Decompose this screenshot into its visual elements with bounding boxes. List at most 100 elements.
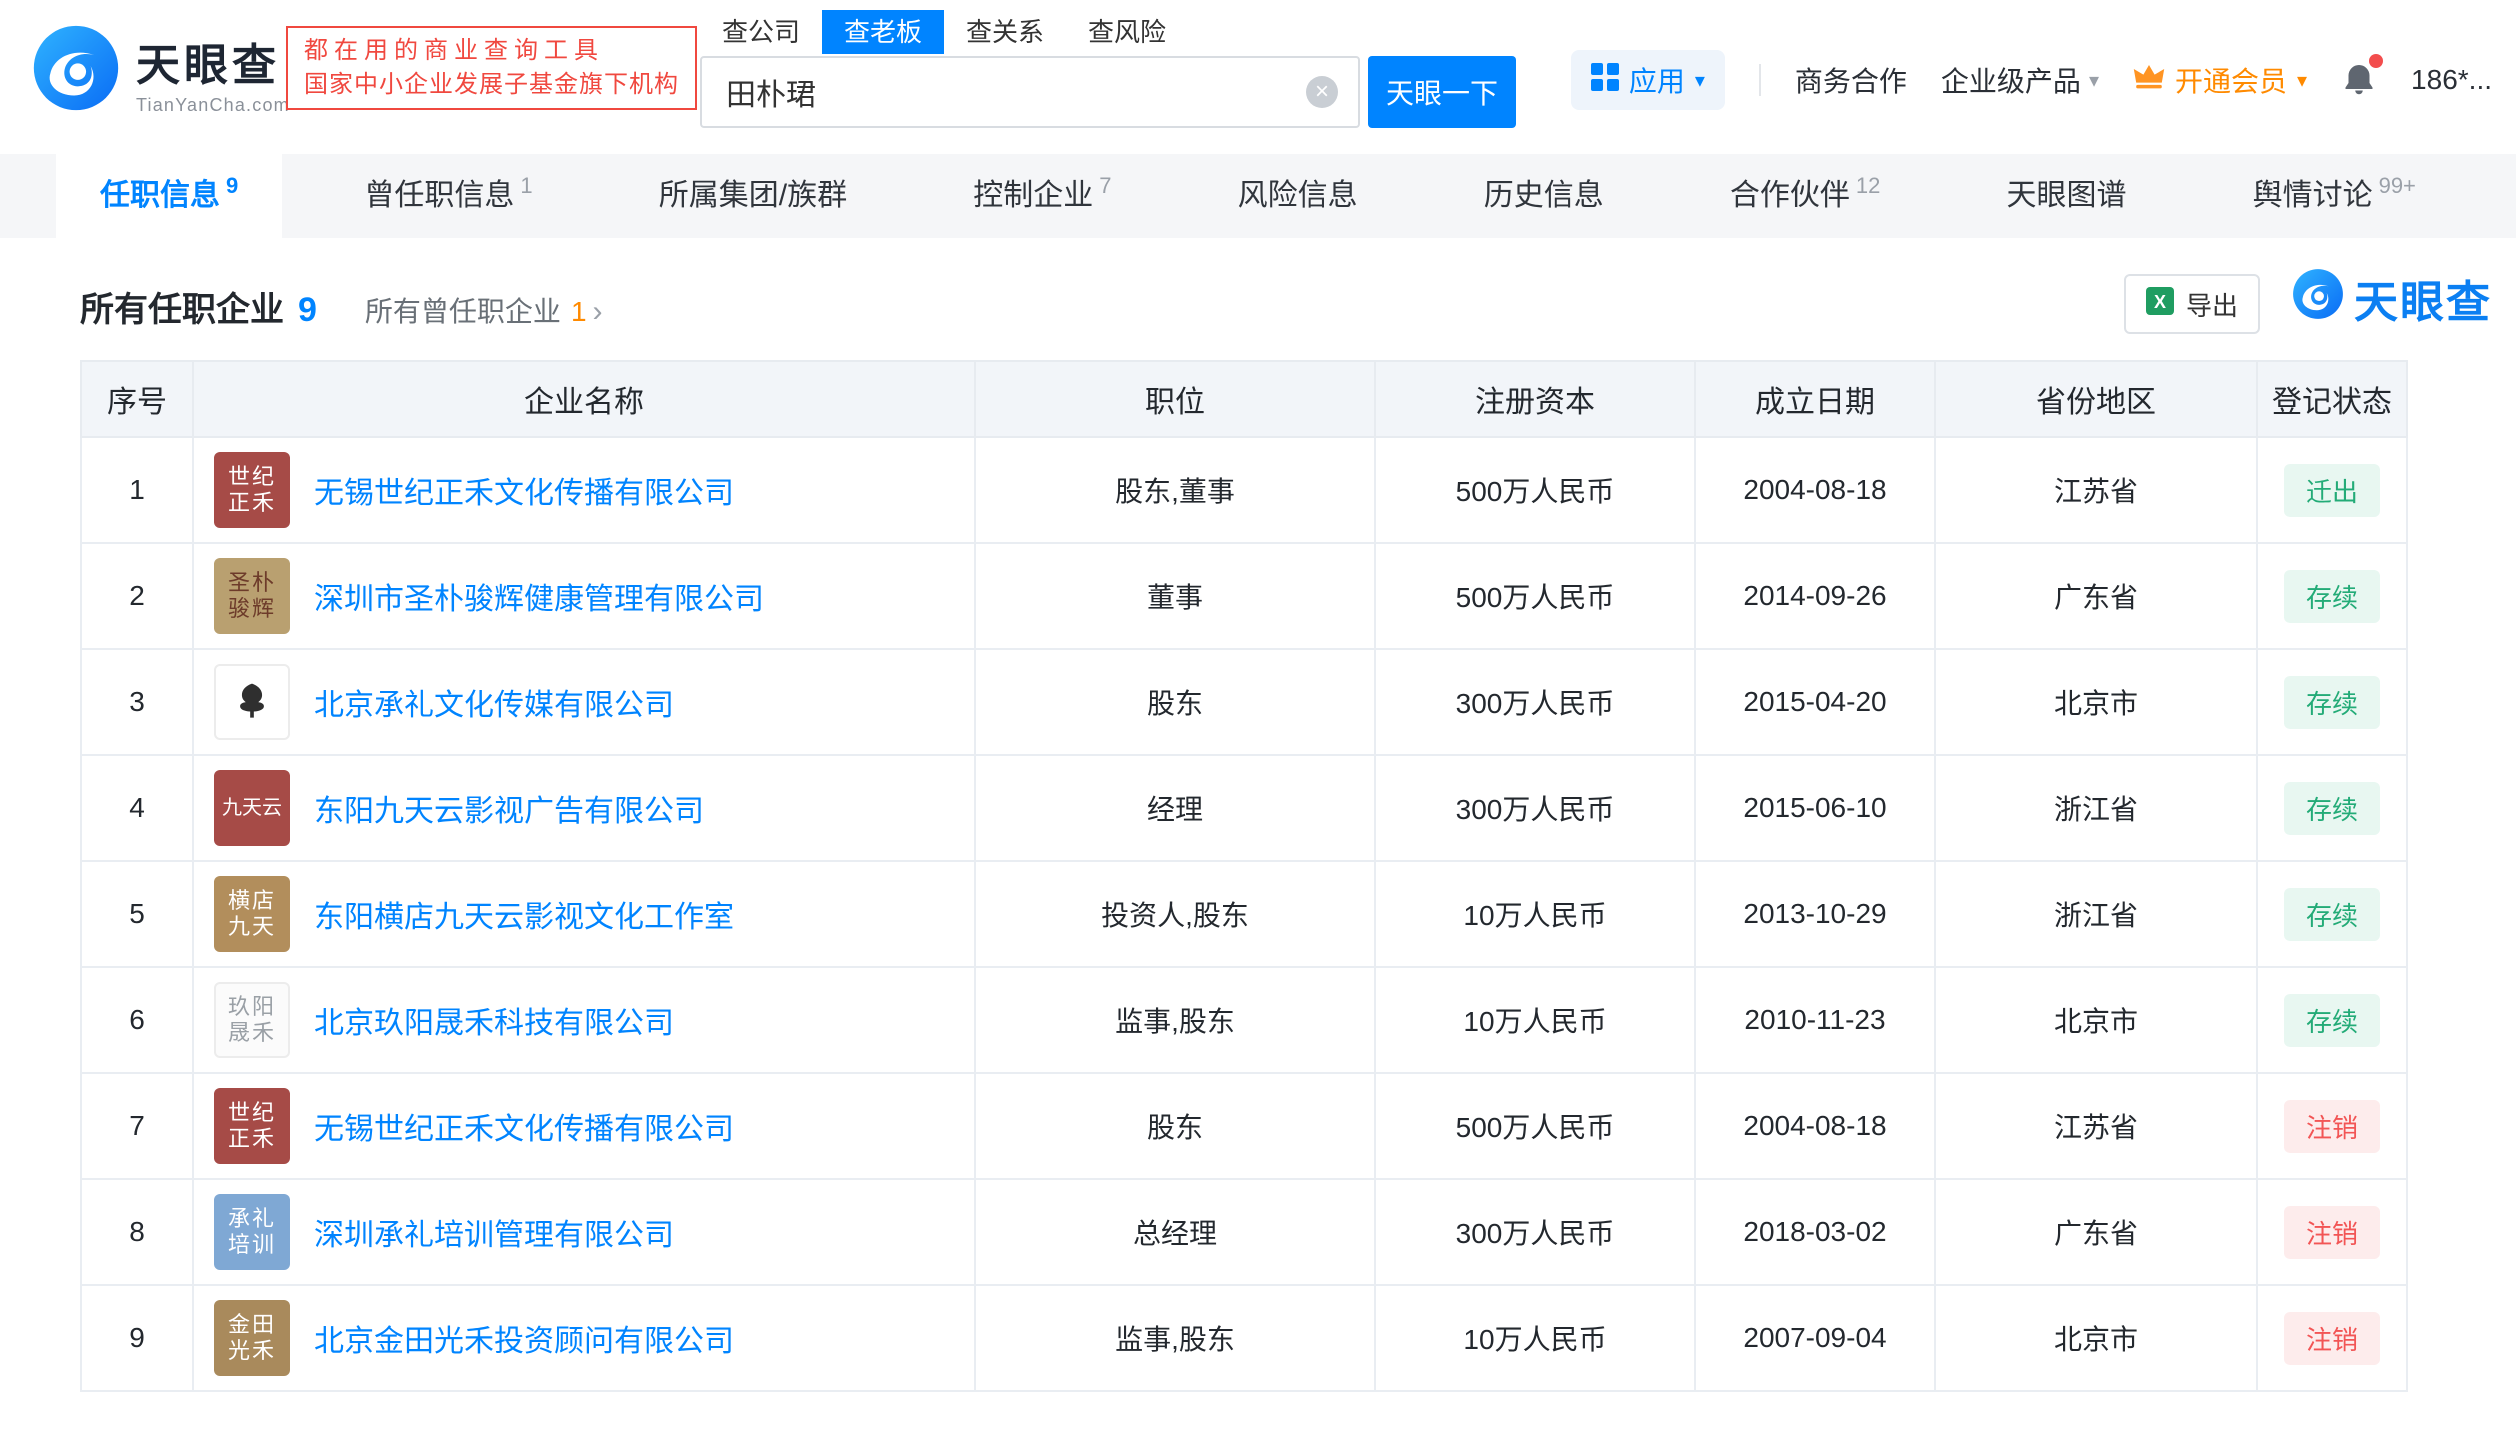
position-cell: 股东,董事 <box>974 436 1376 544</box>
search-input[interactable] <box>702 75 1306 109</box>
registered-capital-cell: 10万人民币 <box>1374 860 1696 968</box>
company-link[interactable]: 东阳九天云影视广告有限公司 <box>314 786 704 830</box>
nav-tab-曾任职信息[interactable]: 曾任职信息 1 <box>320 154 576 238</box>
table-row: 7 世纪 正禾 无锡世纪正禾文化传播有限公司 股东 500万人民币 2004-08-18 江苏… <box>80 1072 2408 1180</box>
company-link[interactable]: 北京金田光禾投资顾问有限公司 <box>314 1316 734 1360</box>
caret-down-icon: ▾ <box>2088 69 2099 92</box>
table-row: 3 北京承礼文化传媒有限公司 股东 300万人民币 2015-04-20 北京市 存续 <box>80 648 2408 756</box>
apps-grid-icon <box>1590 62 1619 98</box>
company-logo-text: 正禾 <box>227 1126 276 1151</box>
excel-icon: X <box>2145 286 2174 322</box>
company-logo[interactable]: 世纪 正禾 <box>214 1088 290 1164</box>
status-badge: 迁出 <box>2283 463 2380 517</box>
status-cell: 注销 <box>2256 1284 2408 1392</box>
company-logo-text: 晟禾 <box>227 1020 276 1045</box>
apps-menu[interactable]: 应用 ▾ <box>1570 50 1725 110</box>
company-logo[interactable]: 金田 光禾 <box>214 1300 290 1376</box>
page: 天眼查 TianYanCha.com 都在用的商业查询工具 国家中小企业发展子基… <box>0 0 2516 1444</box>
company-link[interactable]: 深圳市圣朴骏辉健康管理有限公司 <box>314 574 764 618</box>
company-cell: 九天云 东阳九天云影视广告有限公司 <box>192 754 976 862</box>
search-tab-查公司[interactable]: 查公司 <box>700 10 822 54</box>
company-link[interactable]: 北京承礼文化传媒有限公司 <box>314 680 674 724</box>
position-cell: 总经理 <box>974 1178 1376 1286</box>
company-link[interactable]: 北京玖阳晟禾科技有限公司 <box>314 998 674 1042</box>
company-wrap: 玖阳 晟禾 北京玖阳晟禾科技有限公司 <box>214 982 950 1058</box>
enterprise-products-menu[interactable]: 企业级产品 ▾ <box>1941 60 2099 100</box>
search-tab-查关系[interactable]: 查关系 <box>944 10 1066 54</box>
former-positions-link[interactable]: 所有曾任职企业 1 › <box>365 290 603 330</box>
company-cell: 横店 九天 东阳横店九天云影视文化工作室 <box>192 860 976 968</box>
positions-table: 序号 企业名称 职位 注册资本 成立日期 省份地区 登记状态 1 世纪 正禾 无锡世纪正禾文化传播… <box>80 360 2408 1392</box>
nav-tab-天眼图谱[interactable]: 天眼图谱 <box>1962 154 2170 238</box>
status-badge: 存续 <box>2283 569 2380 623</box>
export-button[interactable]: X 导出 <box>2124 274 2260 334</box>
company-logo-text: 金田 <box>227 1312 276 1337</box>
company-logo[interactable]: 横店 九天 <box>214 876 290 952</box>
nav-tab-label: 曾任职信息 <box>364 179 515 212</box>
company-logo[interactable]: 九天云 <box>214 770 290 846</box>
province-cell: 广东省 <box>1934 542 2258 650</box>
company-wrap: 横店 九天 东阳横店九天云影视文化工作室 <box>214 876 950 952</box>
registered-capital-cell: 300万人民币 <box>1374 754 1696 862</box>
nav-tab-舆情讨论[interactable]: 舆情讨论 99+ <box>2209 154 2460 238</box>
status-badge: 存续 <box>2283 675 2380 729</box>
search-tab-查风险[interactable]: 查风险 <box>1066 10 1188 54</box>
column-header: 序号 <box>80 360 194 438</box>
status-badge: 存续 <box>2283 887 2380 941</box>
nav-tab-风险信息[interactable]: 风险信息 <box>1194 154 1402 238</box>
established-date-cell: 2018-03-02 <box>1694 1178 1936 1286</box>
search-button[interactable]: 天眼一下 <box>1368 56 1516 128</box>
column-header: 成立日期 <box>1694 360 1936 438</box>
status-badge: 注销 <box>2283 1099 2380 1153</box>
company-link[interactable]: 无锡世纪正禾文化传播有限公司 <box>314 1104 734 1148</box>
company-cell: 承礼 培训 深圳承礼培训管理有限公司 <box>192 1178 976 1286</box>
established-date-cell: 2007-09-04 <box>1694 1284 1936 1392</box>
nav-tab-合作伙伴[interactable]: 合作伙伴 12 <box>1686 154 1924 238</box>
company-cell: 玖阳 晟禾 北京玖阳晟禾科技有限公司 <box>192 966 976 1074</box>
nav-tab-历史信息[interactable]: 历史信息 <box>1440 154 1648 238</box>
company-logo[interactable]: 世纪 正禾 <box>214 452 290 528</box>
notification-bell-icon[interactable] <box>2341 54 2384 100</box>
slogan-line-1: 都在用的商业查询工具 <box>304 37 604 64</box>
watermark-logo-icon <box>2292 268 2344 328</box>
table-row: 9 金田 光禾 北京金田光禾投资顾问有限公司 监事,股东 10万人民币 2007-09-04… <box>80 1284 2408 1392</box>
registered-capital-cell: 300万人民币 <box>1374 648 1696 756</box>
nav-tab-控制企业[interactable]: 控制企业 7 <box>929 154 1155 238</box>
apps-label: 应用 <box>1628 66 1685 97</box>
table-row: 1 世纪 正禾 无锡世纪正禾文化传播有限公司 股东,董事 500万人民币 2004-08-1… <box>80 436 2408 544</box>
tianyancha-logo-icon <box>32 24 120 120</box>
nav-tab-任职信息[interactable]: 任职信息 9 <box>56 154 283 238</box>
section-header: 所有任职企业 9 所有曾任职企业 1 › <box>80 282 603 331</box>
company-logo-tree-icon[interactable] <box>214 664 290 740</box>
status-cell: 存续 <box>2256 966 2408 1074</box>
business-cooperation-link[interactable]: 商务合作 <box>1795 60 1907 100</box>
row-index: 8 <box>80 1178 194 1286</box>
company-logo[interactable]: 承礼 培训 <box>214 1194 290 1270</box>
company-logo[interactable]: 圣朴 骏辉 <box>214 558 290 634</box>
company-link[interactable]: 深圳承礼培训管理有限公司 <box>314 1210 674 1254</box>
tianyancha-logo[interactable]: 天眼查 TianYanCha.com <box>32 24 290 120</box>
nav-tab-所属集团/族群[interactable]: 所属集团/族群 <box>615 154 891 238</box>
company-cell: 圣朴 骏辉 深圳市圣朴骏辉健康管理有限公司 <box>192 542 976 650</box>
company-wrap: 承礼 培训 深圳承礼培训管理有限公司 <box>214 1194 950 1270</box>
company-logo-text: 玖阳 <box>227 994 276 1019</box>
company-cell: 世纪 正禾 无锡世纪正禾文化传播有限公司 <box>192 436 976 544</box>
search-tab-查老板[interactable]: 查老板 <box>822 10 945 54</box>
section-title-count: 9 <box>298 291 317 329</box>
vip-upgrade-menu[interactable]: 开通会员 ▾ <box>2133 60 2307 100</box>
row-index: 6 <box>80 966 194 1074</box>
company-logo-text: 培训 <box>227 1232 276 1257</box>
search-clear-icon[interactable]: × <box>1306 76 1338 108</box>
company-link[interactable]: 无锡世纪正禾文化传播有限公司 <box>314 468 734 512</box>
company-logo[interactable]: 玖阳 晟禾 <box>214 982 290 1058</box>
brand-name: 天眼查 <box>136 40 280 90</box>
company-wrap: 世纪 正禾 无锡世纪正禾文化传播有限公司 <box>214 452 950 528</box>
company-logo-text: 世纪 <box>227 464 276 489</box>
header-divider <box>1758 64 1761 96</box>
column-header: 职位 <box>974 360 1376 438</box>
table-row: 2 圣朴 骏辉 深圳市圣朴骏辉健康管理有限公司 董事 500万人民币 2014-09-26 广… <box>80 542 2408 650</box>
account-phone[interactable]: 186*... <box>2411 64 2492 96</box>
svg-text:X: X <box>2154 292 2166 312</box>
company-link[interactable]: 东阳横店九天云影视文化工作室 <box>314 892 734 936</box>
column-header: 登记状态 <box>2256 360 2408 438</box>
